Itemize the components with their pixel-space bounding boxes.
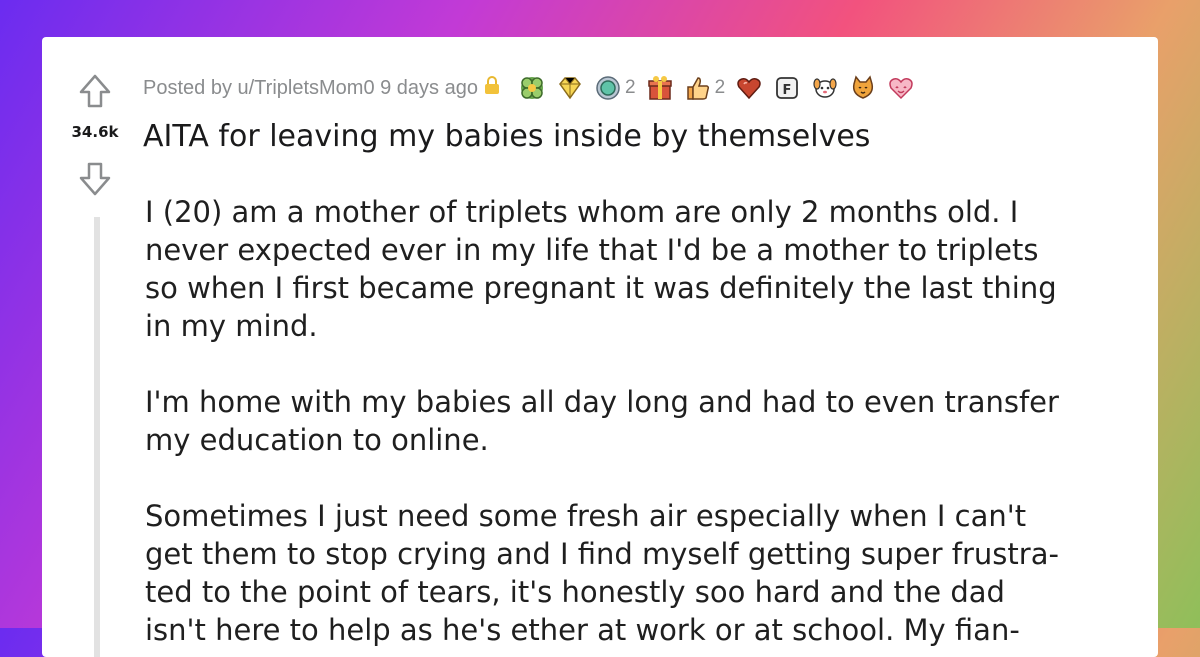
vote-score: 34.6k — [71, 123, 119, 141]
dog-award-icon[interactable] — [811, 74, 839, 102]
body-line: never expected ever in my life that I'd … — [145, 233, 1039, 267]
hug-heart-award-icon[interactable] — [887, 74, 915, 102]
lock-icon — [484, 75, 500, 101]
body-line: so when I first became pregnant it was d… — [145, 271, 1057, 305]
press-f-award-icon[interactable]: F — [773, 74, 801, 102]
posted-by-text[interactable]: Posted by u/TripletsMom0 9 days ago — [143, 77, 478, 100]
post-card: 34.6k Posted by u/TripletsMom0 9 days ag… — [42, 37, 1158, 657]
post-body: I (20) am a mother of triplets whom are … — [145, 193, 1145, 657]
post-title[interactable]: AITA for leaving my babies inside by the… — [143, 117, 1143, 157]
thumbs-up-award-icon[interactable]: 2 — [684, 74, 726, 102]
body-line: isn't here to help as he's ether at work… — [145, 613, 1020, 647]
gem-award-icon[interactable] — [556, 74, 584, 102]
downvote-arrow-icon[interactable] — [78, 161, 112, 197]
gift-award-icon[interactable] — [646, 74, 674, 102]
award-count: 2 — [714, 77, 726, 98]
awards-list: 2 2 F — [518, 74, 915, 102]
body-line: I'm home with my babies all day long and… — [145, 385, 1059, 419]
coin-award-icon[interactable]: 2 — [594, 74, 636, 102]
cat-award-icon[interactable] — [849, 74, 877, 102]
body-line: get them to stop crying and I find mysel… — [145, 537, 1059, 571]
body-line: ted to the point of tears, it's honestly… — [145, 575, 1005, 609]
wholesome-seal-award-icon[interactable] — [518, 74, 546, 102]
body-line: Sometimes I just need some fresh air esp… — [145, 499, 1027, 533]
post-meta: Posted by u/TripletsMom0 9 days ago 2 2 … — [143, 75, 915, 101]
body-line: I (20) am a mother of triplets whom are … — [145, 195, 1019, 229]
thread-line[interactable] — [94, 217, 100, 657]
award-count: 2 — [624, 77, 636, 98]
body-line: my education to online. — [145, 423, 489, 457]
body-paragraph: I'm home with my babies all day long and… — [145, 383, 1145, 459]
body-paragraph: I (20) am a mother of triplets whom are … — [145, 193, 1145, 345]
body-line: in my mind. — [145, 309, 318, 343]
vote-column: 34.6k — [42, 37, 146, 657]
body-paragraph: Sometimes I just need some fresh air esp… — [145, 497, 1145, 649]
upvote-arrow-icon[interactable] — [78, 73, 112, 109]
heart-award-icon[interactable] — [735, 74, 763, 102]
svg-text:F: F — [783, 83, 792, 98]
